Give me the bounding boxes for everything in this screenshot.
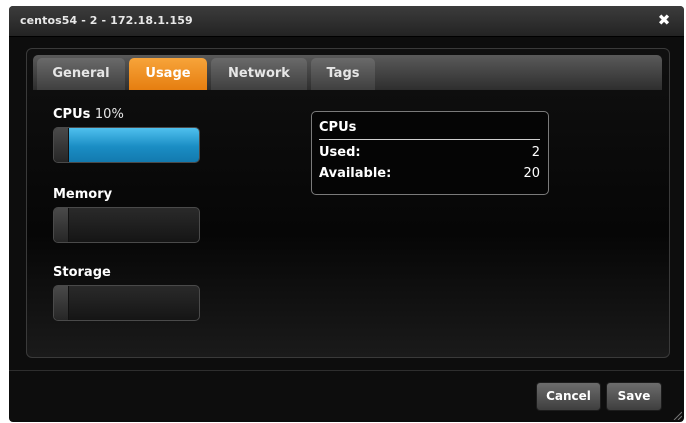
resize-grip-icon[interactable] [672,410,682,420]
storage-bar-knob [54,286,69,320]
vm-dialog: centos54 - 2 - 172.18.1.159 ✖ General Us… [9,6,684,422]
footer-divider [9,370,684,371]
save-button[interactable]: Save [606,382,662,411]
tab-general[interactable]: General [37,58,125,90]
cpus-percent: 10% [94,107,124,122]
window-title: centos54 - 2 - 172.18.1.159 [20,14,193,27]
memory-label: Memory [53,187,113,202]
cpus-label: CPUs 10% [53,107,124,122]
memory-bar-knob [54,208,69,242]
storage-usage-bar [53,285,200,321]
cpus-info-box: CPUs Used: 2 Available: 20 [311,111,549,195]
cpus-bar-fill [69,128,199,162]
cancel-button[interactable]: Cancel [536,382,601,411]
info-box-divider [319,139,540,140]
available-key: Available: [319,166,392,181]
tab-bar: General Usage Network Tags [33,55,662,90]
info-row-available: Available: 20 [319,166,540,184]
cpus-bar-knob [54,128,69,162]
info-box-title: CPUs [319,120,357,135]
cpus-usage-bar [53,127,200,163]
tab-panel: General Usage Network Tags CPUs 10% Memo… [26,48,670,358]
tab-usage[interactable]: Usage [129,58,207,90]
used-key: Used: [319,145,361,160]
used-value: 2 [531,145,540,160]
available-value: 20 [523,166,540,181]
close-icon[interactable]: ✖ [656,12,672,28]
title-bar[interactable]: centos54 - 2 - 172.18.1.159 ✖ [9,6,684,37]
cpus-label-text: CPUs [53,107,91,122]
tab-tags[interactable]: Tags [311,58,375,90]
tab-network[interactable]: Network [211,58,307,90]
info-row-used: Used: 2 [319,145,540,163]
storage-label: Storage [53,265,111,280]
memory-usage-bar [53,207,200,243]
